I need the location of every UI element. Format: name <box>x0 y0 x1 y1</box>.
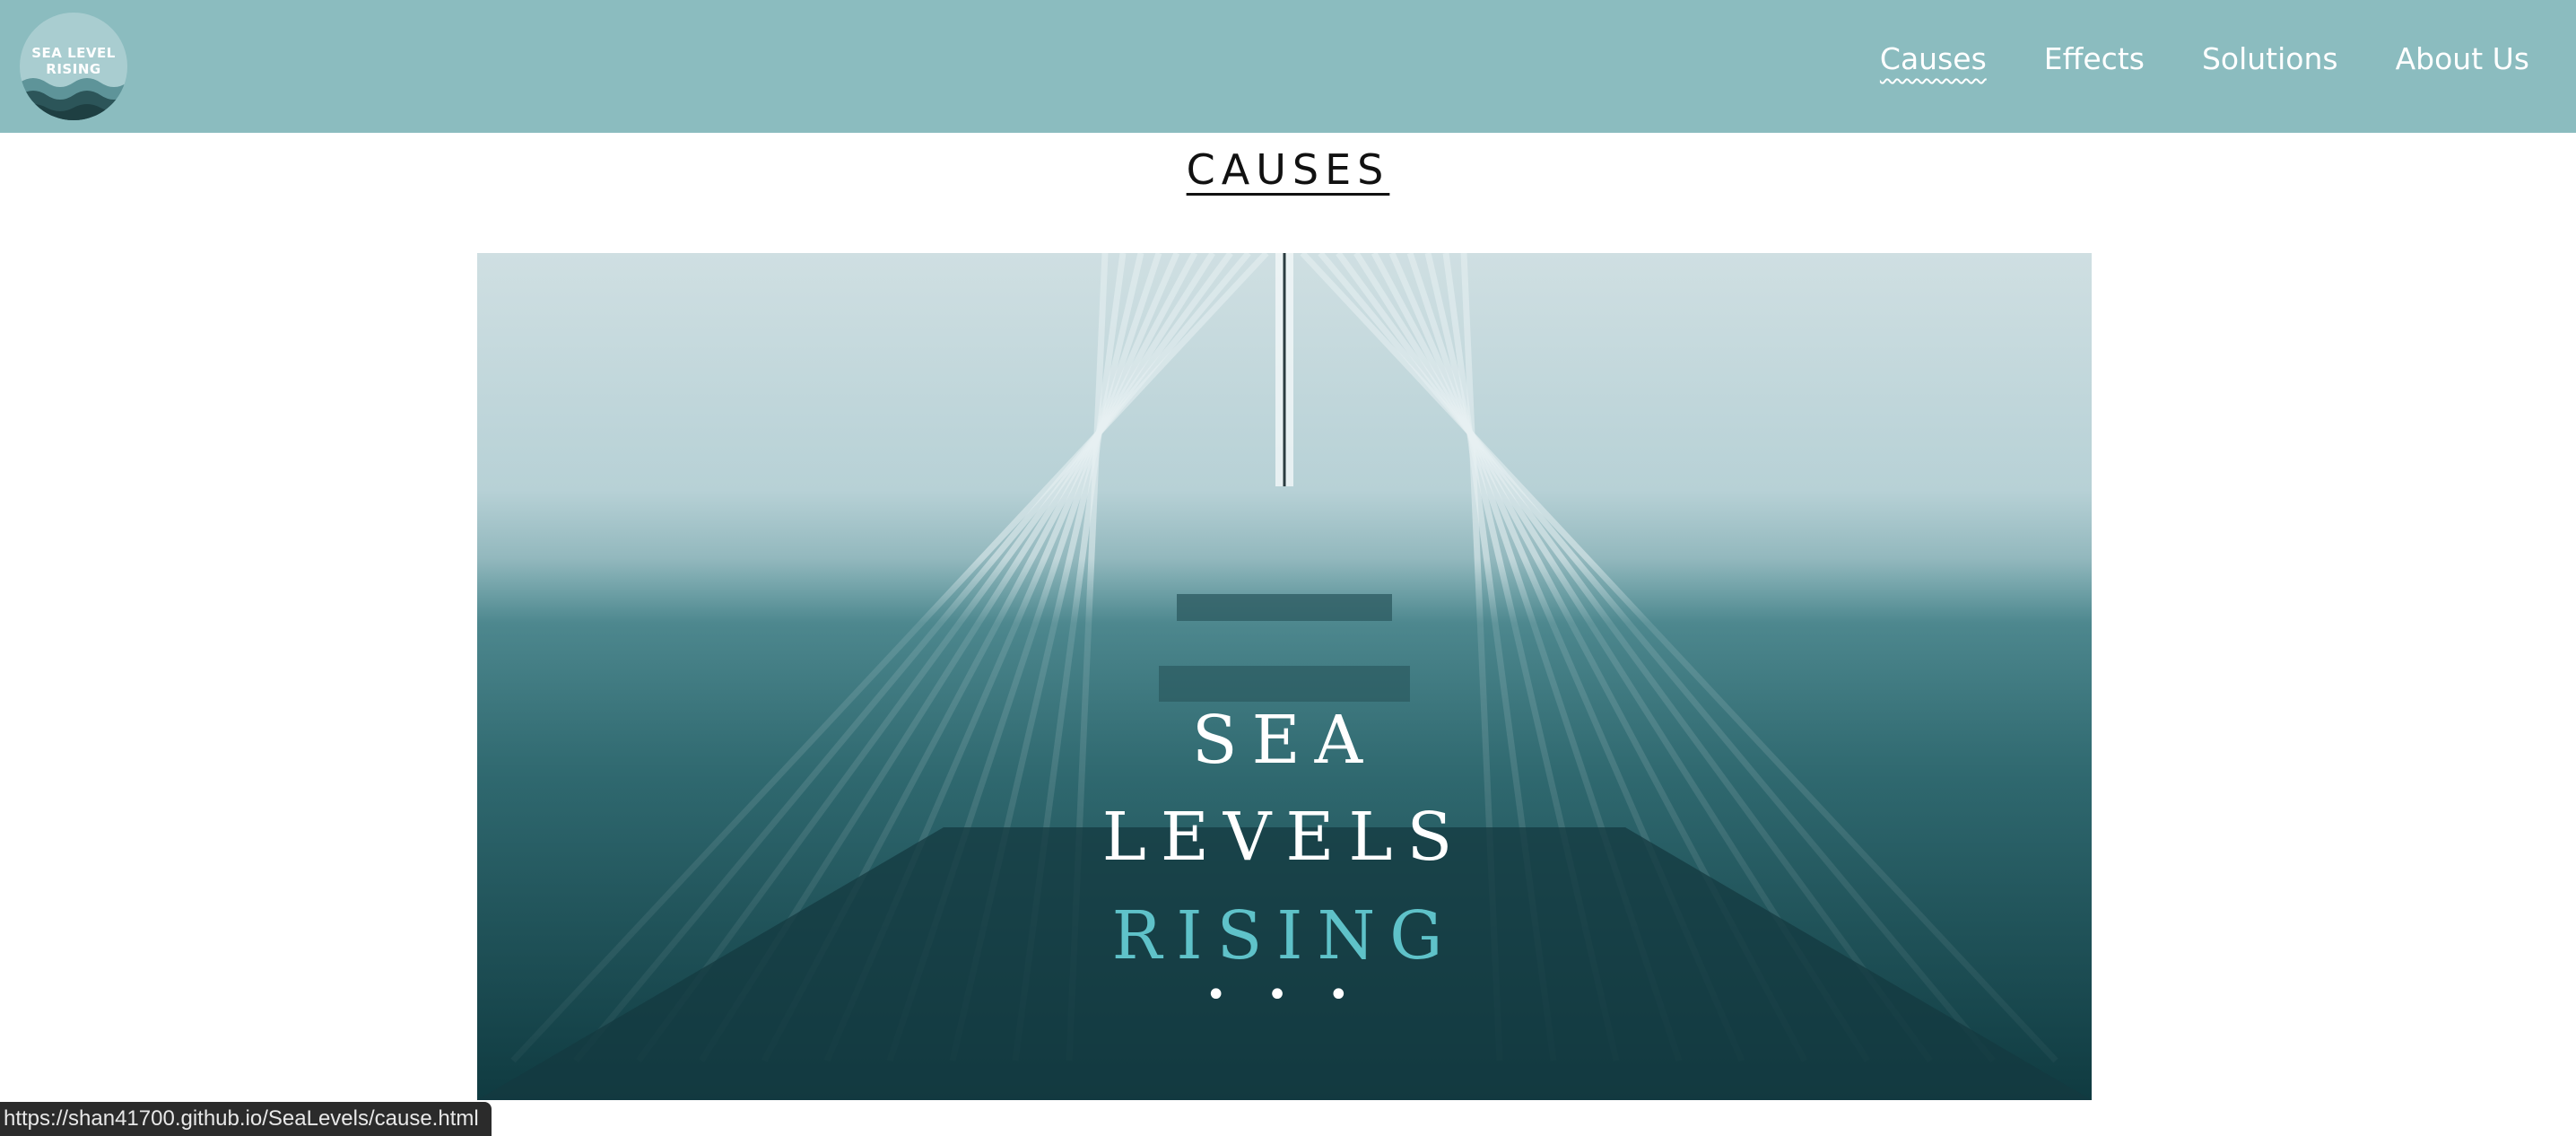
logo-text: SEA LEVEL RISING <box>31 45 116 77</box>
hero-image: SEA LEVELS RISING • • • <box>477 253 2092 1100</box>
hero-text-rising: RISING <box>1111 897 1458 974</box>
nav-link-about-us[interactable]: About Us <box>2396 36 2529 83</box>
site-logo[interactable]: SEA LEVEL RISING <box>20 13 127 120</box>
page-title: CAUSES <box>1186 145 1390 194</box>
hero-dots: • • • <box>1205 974 1364 1016</box>
hero-text-levels: LEVELS <box>1101 799 1467 876</box>
main-nav: Causes Effects Solutions About Us <box>1823 36 2529 83</box>
nav-link-solutions[interactable]: Solutions <box>2202 36 2338 83</box>
nav-link-causes[interactable]: Causes <box>1880 36 1987 83</box>
link-status-bar: https://shan41700.github.io/SeaLevels/ca… <box>0 1102 492 1136</box>
top-navbar: SEA LEVEL RISING Causes Effects Solution… <box>0 0 2576 133</box>
hero-text-sea: SEA <box>1191 702 1378 779</box>
nav-link-effects[interactable]: Effects <box>2044 36 2145 83</box>
